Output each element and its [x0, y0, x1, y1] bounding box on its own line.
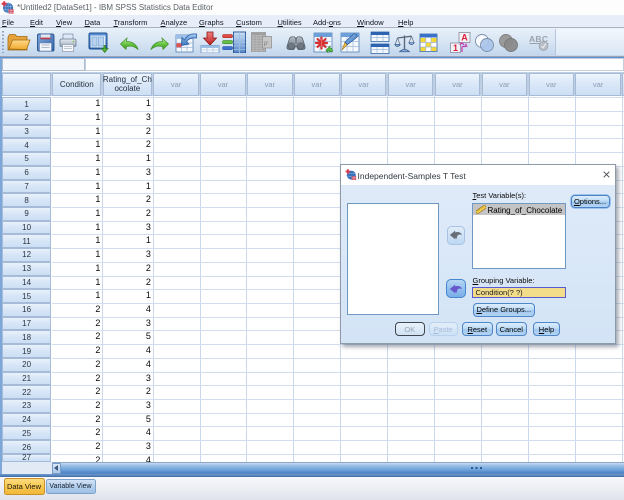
svg-text:1: 1 [453, 42, 458, 52]
svg-text:A: A [461, 32, 468, 42]
svg-text:μ: μ [264, 38, 268, 47]
